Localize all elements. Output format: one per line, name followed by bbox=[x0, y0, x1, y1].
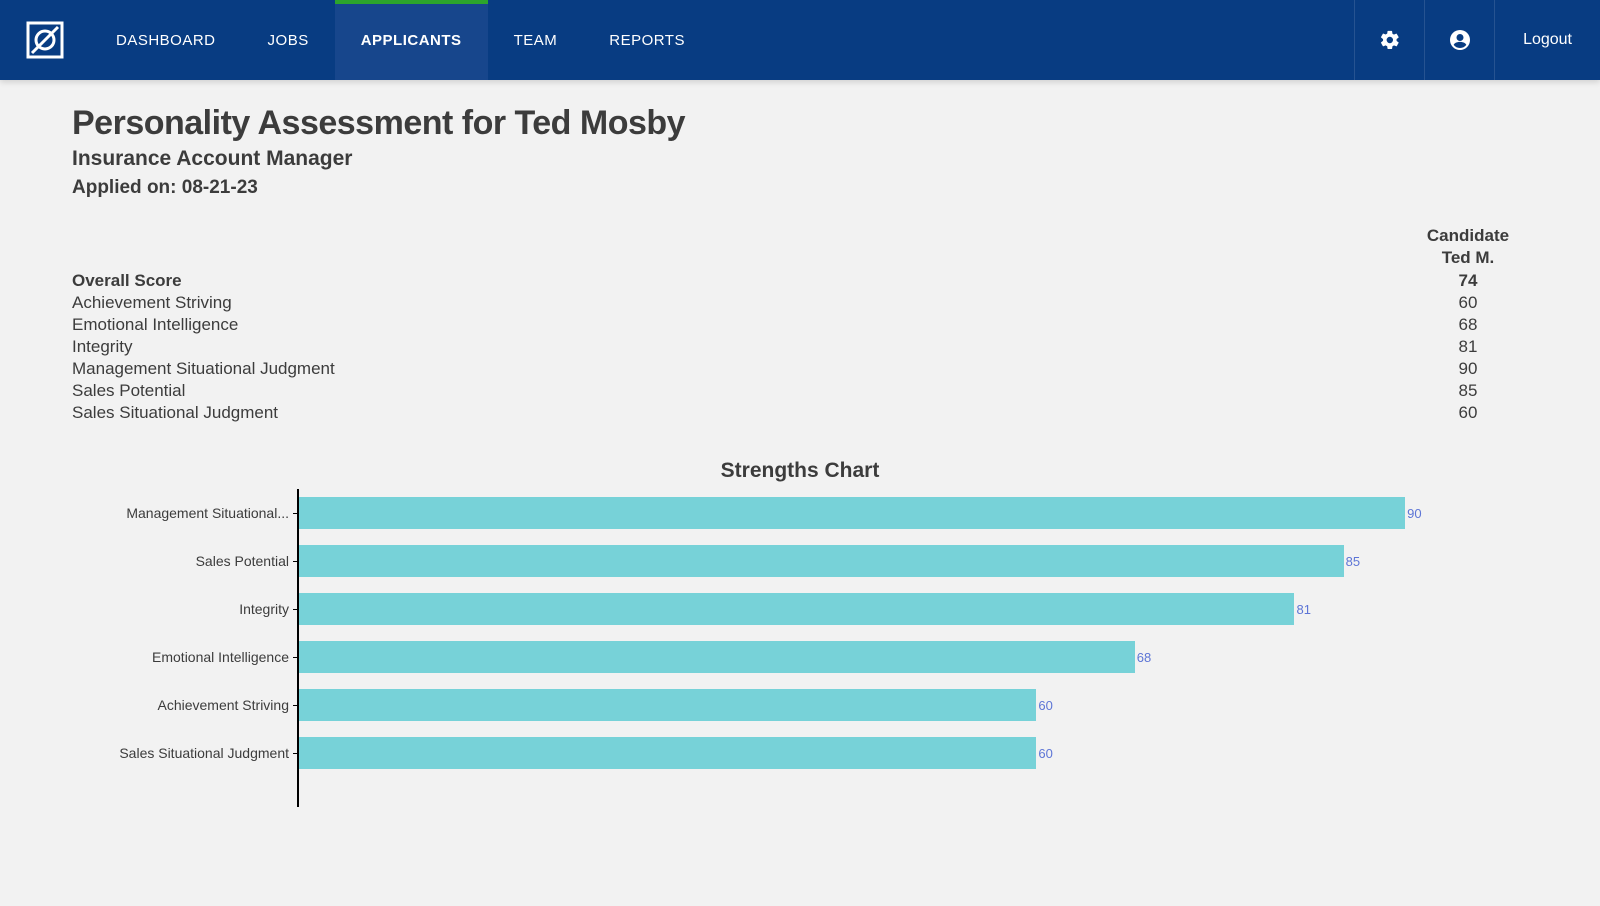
chart-bar bbox=[299, 737, 1036, 769]
nav-link-dashboard[interactable]: DASHBOARD bbox=[90, 0, 242, 80]
chart-bar-value: 60 bbox=[1038, 698, 1052, 713]
score-row-label: Sales Situational Judgment bbox=[72, 403, 1408, 423]
score-row-label: Emotional Intelligence bbox=[72, 315, 1408, 335]
nav-right: Logout bbox=[1354, 0, 1600, 80]
chart-bar-row: 81 bbox=[299, 585, 1528, 633]
logo-icon bbox=[24, 19, 66, 61]
chart-bar-value: 60 bbox=[1038, 746, 1052, 761]
applied-on: Applied on: 08-21-23 bbox=[72, 177, 1528, 199]
applied-label: Applied on: bbox=[72, 177, 182, 198]
chart-bar-row: 60 bbox=[299, 729, 1528, 777]
nav-link-team[interactable]: TEAM bbox=[488, 0, 584, 80]
chart-bar bbox=[299, 497, 1405, 529]
score-row-value: 60 bbox=[1408, 403, 1528, 423]
chart-bar bbox=[299, 593, 1294, 625]
chart-y-label: Sales Situational Judgment bbox=[72, 729, 297, 777]
settings-button[interactable] bbox=[1354, 0, 1424, 80]
account-button[interactable] bbox=[1424, 0, 1494, 80]
chart-bar-value: 90 bbox=[1407, 506, 1421, 521]
chart-bar-row: 90 bbox=[299, 489, 1528, 537]
page-title: Personality Assessment for Ted Mosby bbox=[72, 104, 1528, 143]
navbar: DASHBOARD JOBS APPLICANTS TEAM REPORTS L… bbox=[0, 0, 1600, 80]
gear-icon bbox=[1379, 29, 1401, 51]
chart-bar bbox=[299, 689, 1036, 721]
nav-links: DASHBOARD JOBS APPLICANTS TEAM REPORTS bbox=[90, 0, 711, 80]
chart-y-label: Management Situational... bbox=[72, 489, 297, 537]
nav-link-reports[interactable]: REPORTS bbox=[583, 0, 711, 80]
score-row-label: Integrity bbox=[72, 337, 1408, 357]
applied-date: 08-21-23 bbox=[182, 177, 258, 198]
chart-bar-row: 85 bbox=[299, 537, 1528, 585]
chart-bar-row: 60 bbox=[299, 681, 1528, 729]
score-row-value: 60 bbox=[1408, 293, 1528, 313]
strengths-chart: Strengths Chart Management Situational..… bbox=[72, 459, 1528, 807]
score-row-label: Sales Potential bbox=[72, 381, 1408, 401]
job-title: Insurance Account Manager bbox=[72, 147, 1528, 171]
chart-bar-value: 85 bbox=[1346, 554, 1360, 569]
logo[interactable] bbox=[0, 0, 90, 80]
nav-link-applicants[interactable]: APPLICANTS bbox=[335, 0, 488, 80]
chart-bar-value: 68 bbox=[1137, 650, 1151, 665]
chart-bar-row: 68 bbox=[299, 633, 1528, 681]
logout-button[interactable]: Logout bbox=[1494, 0, 1600, 80]
chart-y-label: Achievement Striving bbox=[72, 681, 297, 729]
score-row-value: 90 bbox=[1408, 359, 1528, 379]
score-row-value: 81 bbox=[1408, 337, 1528, 357]
score-row-label: Management Situational Judgment bbox=[72, 359, 1408, 379]
score-row-label: Achievement Striving bbox=[72, 293, 1408, 313]
chart-bar bbox=[299, 545, 1344, 577]
score-col-header: Candidate Ted M. bbox=[1408, 225, 1528, 269]
chart-bar bbox=[299, 641, 1135, 673]
score-row-value: 85 bbox=[1408, 381, 1528, 401]
chart-y-label: Emotional Intelligence bbox=[72, 633, 297, 681]
chart-bar-value: 81 bbox=[1296, 602, 1310, 617]
chart-y-label: Sales Potential bbox=[72, 537, 297, 585]
score-row-value: 68 bbox=[1408, 315, 1528, 335]
chart-y-label: Integrity bbox=[72, 585, 297, 633]
nav-link-jobs[interactable]: JOBS bbox=[242, 0, 335, 80]
page-content: Personality Assessment for Ted Mosby Ins… bbox=[0, 80, 1600, 847]
overall-score-value: 74 bbox=[1408, 271, 1528, 291]
account-icon bbox=[1448, 28, 1472, 52]
overall-score-label: Overall Score bbox=[72, 271, 1408, 291]
chart-title: Strengths Chart bbox=[72, 459, 1528, 483]
score-table: Candidate Ted M. Overall Score 74 Achiev… bbox=[72, 225, 1528, 423]
